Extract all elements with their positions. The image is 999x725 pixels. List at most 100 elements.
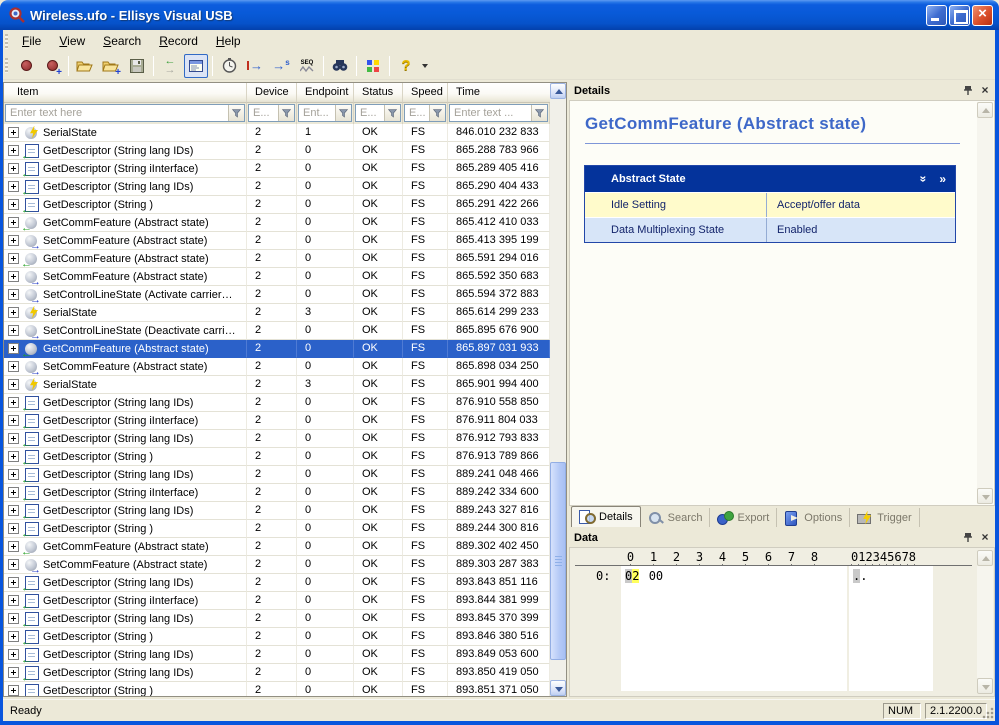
endpoint-filter-input[interactable]: Ent...: [298, 104, 352, 122]
help-button[interactable]: ?: [394, 54, 418, 78]
table-row[interactable]: GetDescriptor (String lang IDs)20OKFS889…: [4, 466, 551, 484]
expand-plus-icon[interactable]: [8, 361, 19, 372]
expand-plus-icon[interactable]: [8, 163, 19, 174]
record-button[interactable]: [14, 54, 38, 78]
tab-export[interactable]: Export: [710, 508, 777, 527]
table-row[interactable]: GetDescriptor (String iInterface)20OKFS8…: [4, 592, 551, 610]
group-header[interactable]: Abstract State » »: [585, 166, 955, 192]
expand-plus-icon[interactable]: [8, 577, 19, 588]
table-row[interactable]: GetDescriptor (String lang IDs)20OKFS893…: [4, 610, 551, 628]
expand-plus-icon[interactable]: [8, 505, 19, 516]
table-row[interactable]: SetControlLineState (Activate carrier…20…: [4, 286, 551, 304]
expand-chevron-icon[interactable]: »: [939, 172, 946, 186]
pin-icon[interactable]: [961, 83, 975, 97]
table-row[interactable]: SerialState23OKFS865.614 299 233: [4, 304, 551, 322]
close-pane-icon[interactable]: ×: [978, 530, 992, 544]
column-header-device[interactable]: Device: [247, 83, 297, 103]
scroll-up-icon[interactable]: [550, 83, 566, 99]
device-filter-input[interactable]: E...: [248, 104, 295, 122]
table-row[interactable]: SetCommFeature (Abstract state)20OKFS865…: [4, 232, 551, 250]
hex-scrollbar[interactable]: [977, 550, 993, 694]
table-row[interactable]: SetCommFeature (Abstract state)20OKFS865…: [4, 268, 551, 286]
status-filter-funnel-icon[interactable]: [384, 105, 400, 121]
maximize-button[interactable]: [949, 5, 970, 26]
column-header-item[interactable]: Item: [4, 83, 247, 103]
table-row[interactable]: GetCommFeature (Abstract state)20OKFS865…: [4, 250, 551, 268]
table-row[interactable]: GetDescriptor (String iInterface)20OKFS8…: [4, 484, 551, 502]
expand-plus-icon[interactable]: [8, 631, 19, 642]
table-row[interactable]: GetDescriptor (String lang IDs)20OKFS893…: [4, 646, 551, 664]
collapse-chevron-icon[interactable]: »: [916, 176, 930, 183]
scroll-down-icon[interactable]: [977, 488, 993, 504]
expand-plus-icon[interactable]: [8, 433, 19, 444]
list-scrollbar[interactable]: [550, 83, 566, 696]
hex-bytes-area[interactable]: [621, 566, 847, 691]
table-row[interactable]: SetCommFeature (Abstract state)20OKFS889…: [4, 556, 551, 574]
expand-plus-icon[interactable]: [8, 559, 19, 570]
table-row[interactable]: SerialState21OKFS846.010 232 833: [4, 124, 551, 142]
scroll-down-icon[interactable]: [550, 680, 566, 696]
table-row[interactable]: GetDescriptor (String )20OKFS893.846 380…: [4, 628, 551, 646]
menu-grip-handle[interactable]: [5, 34, 8, 49]
minimize-button[interactable]: [926, 5, 947, 26]
title-bar[interactable]: Wireless.ufo - Ellisys Visual USB: [0, 0, 999, 30]
time-filter-input[interactable]: Enter text ...: [449, 104, 548, 122]
expand-plus-icon[interactable]: [8, 649, 19, 660]
table-row[interactable]: SetCommFeature (Abstract state)20OKFS865…: [4, 358, 551, 376]
expand-plus-icon[interactable]: [8, 541, 19, 552]
close-pane-icon[interactable]: ×: [978, 83, 992, 97]
item-filter-funnel-icon[interactable]: [228, 105, 244, 121]
expand-plus-icon[interactable]: [8, 487, 19, 498]
resize-grip[interactable]: [982, 707, 995, 720]
tab-options[interactable]: Options: [777, 508, 850, 527]
item-filter-input[interactable]: Enter text here: [5, 104, 245, 122]
table-row[interactable]: GetCommFeature (Abstract state)20OKFS865…: [4, 340, 551, 358]
expand-plus-icon[interactable]: [8, 415, 19, 426]
menu-help[interactable]: Help: [207, 31, 250, 51]
scroll-up-icon[interactable]: [977, 102, 993, 118]
table-row[interactable]: GetCommFeature (Abstract state)20OKFS889…: [4, 538, 551, 556]
table-row[interactable]: GetDescriptor (String lang IDs)20OKFS876…: [4, 430, 551, 448]
expand-plus-icon[interactable]: [8, 397, 19, 408]
table-row[interactable]: GetDescriptor (String lang IDs)20OKFS876…: [4, 394, 551, 412]
scroll-thumb[interactable]: [550, 462, 566, 660]
expand-plus-icon[interactable]: [8, 217, 19, 228]
expand-plus-icon[interactable]: [8, 127, 19, 138]
expand-plus-icon[interactable]: [8, 613, 19, 624]
table-row[interactable]: GetDescriptor (String iInterface)20OKFS8…: [4, 412, 551, 430]
status-filter-input[interactable]: E...: [355, 104, 401, 122]
navigate-arrows-button[interactable]: ←→: [158, 54, 182, 78]
expand-plus-icon[interactable]: [8, 379, 19, 390]
expand-plus-icon[interactable]: [8, 451, 19, 462]
details-scrollbar[interactable]: [977, 102, 993, 504]
expand-plus-icon[interactable]: [8, 199, 19, 210]
close-button[interactable]: [972, 5, 993, 26]
find-button[interactable]: [328, 54, 352, 78]
hex-bytes-row[interactable]: 02 00: [625, 569, 663, 583]
table-row[interactable]: SerialState23OKFS865.901 994 400: [4, 376, 551, 394]
menu-search[interactable]: Search: [94, 31, 150, 51]
table-row[interactable]: GetDescriptor (String )20OKFS889.244 300…: [4, 520, 551, 538]
scroll-down-icon[interactable]: [977, 678, 993, 694]
column-header-speed[interactable]: Speed: [403, 83, 448, 103]
save-button[interactable]: [125, 54, 149, 78]
device-filter-funnel-icon[interactable]: [278, 105, 294, 121]
record-append-button[interactable]: +: [40, 54, 64, 78]
expand-plus-icon[interactable]: [8, 253, 19, 264]
table-row[interactable]: GetDescriptor (String )20OKFS876.913 789…: [4, 448, 551, 466]
column-header-endpoint[interactable]: Endpoint: [297, 83, 354, 103]
expand-plus-icon[interactable]: [8, 685, 19, 696]
toolbar-options-dropdown[interactable]: [422, 64, 428, 68]
speed-filter-funnel-icon[interactable]: [429, 105, 445, 121]
expand-plus-icon[interactable]: [8, 667, 19, 678]
expand-plus-icon[interactable]: [8, 181, 19, 192]
table-row[interactable]: GetDescriptor (String lang IDs)20OKFS865…: [4, 178, 551, 196]
column-header-status[interactable]: Status: [354, 83, 403, 103]
table-row[interactable]: GetDescriptor (String lang IDs)20OKFS865…: [4, 142, 551, 160]
expand-plus-icon[interactable]: [8, 235, 19, 246]
table-row[interactable]: SetControlLineState (Deactivate carri…20…: [4, 322, 551, 340]
tab-search[interactable]: Search: [641, 508, 711, 527]
table-row[interactable]: GetDescriptor (String lang IDs)20OKFS889…: [4, 502, 551, 520]
hex-view[interactable]: 012345678 012345678 0: 02 00 ..: [569, 547, 995, 697]
expand-plus-icon[interactable]: [8, 469, 19, 480]
